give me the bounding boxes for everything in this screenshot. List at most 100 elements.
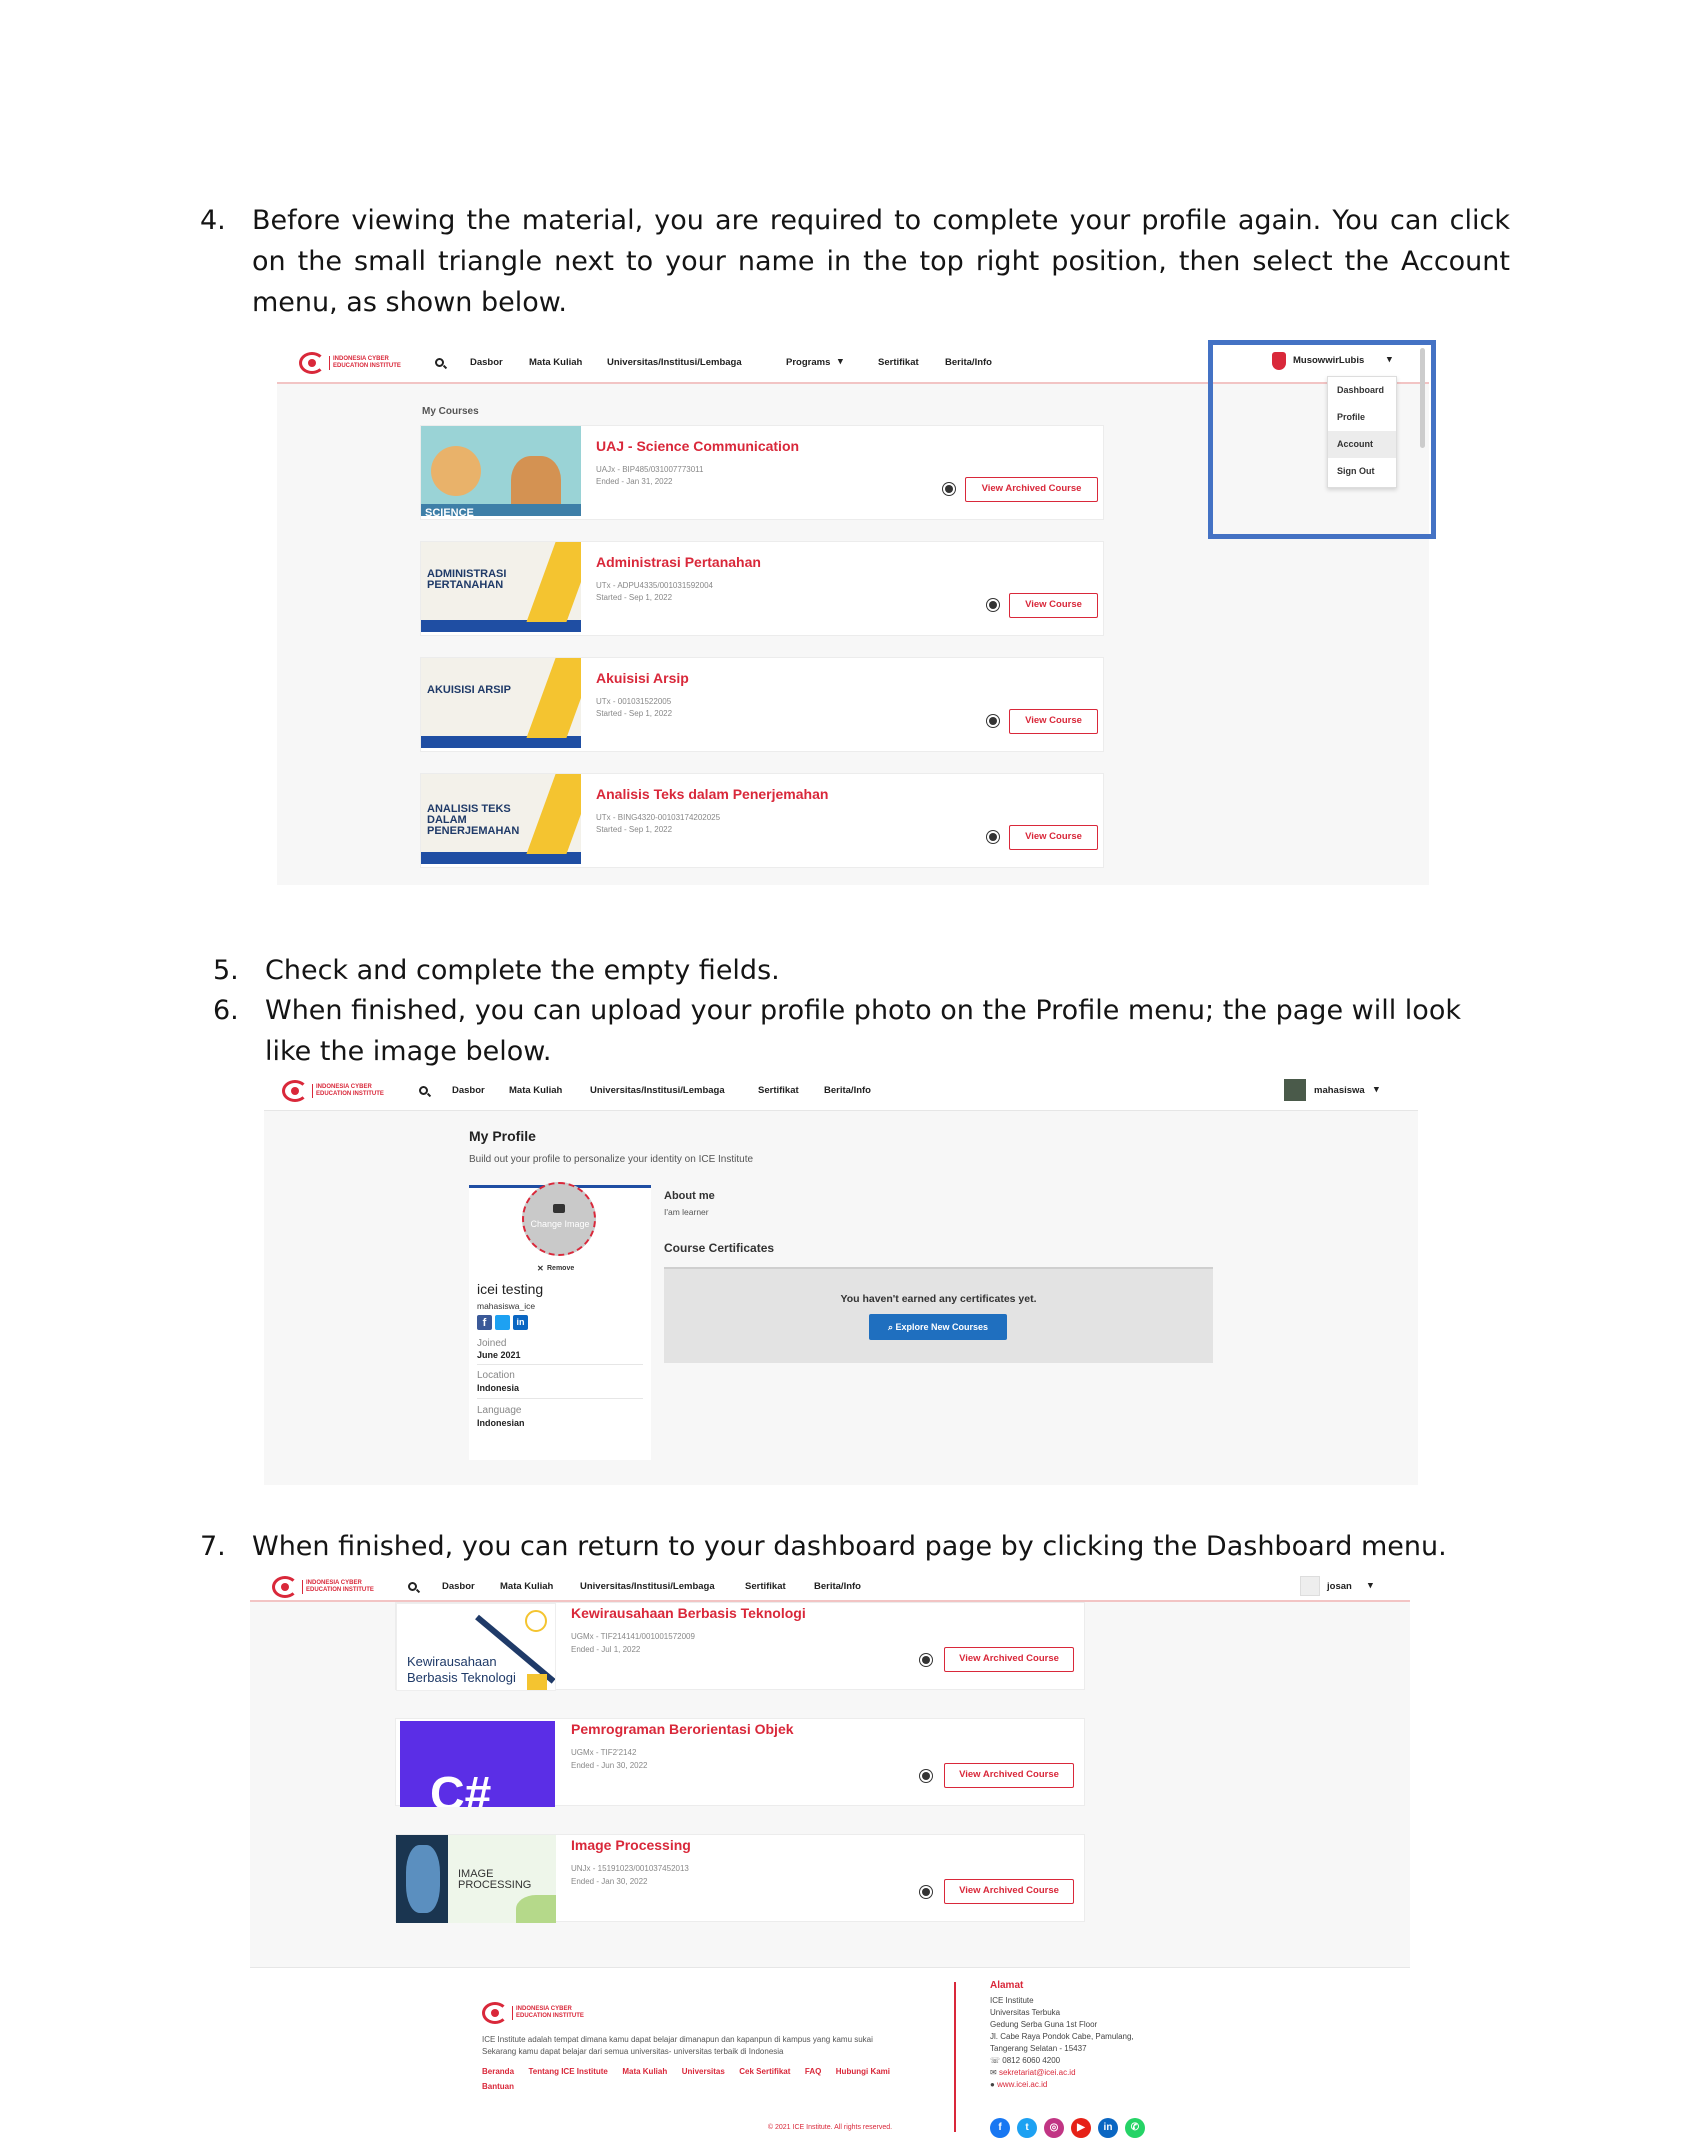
gear-icon[interactable] [989, 833, 997, 841]
thumb-label: SCIENCE [425, 507, 474, 517]
nav-dasbor[interactable]: Dasbor [442, 1581, 475, 1592]
gear-icon[interactable] [922, 1888, 930, 1896]
footer-link-faq[interactable]: FAQ [805, 2067, 821, 2076]
screenshot-dashboard: INDONESIA CYBER EDUCATION INSTITUTE Dasb… [250, 1572, 1410, 2144]
thumb-label: ADMINISTRASI PERTANAHAN [427, 568, 507, 591]
nav-universitas[interactable]: Universitas/Institusi/Lembaga [580, 1581, 715, 1592]
avatar[interactable] [1284, 1079, 1306, 1101]
page-title: My Profile [469, 1128, 536, 1144]
course-thumbnail: SCIENCE [421, 426, 581, 516]
footer-link-hubungi[interactable]: Hubungi Kami [836, 2067, 890, 2076]
course-title[interactable]: Analisis Teks dalam Penerjemahan [596, 786, 828, 802]
course-title[interactable]: Akuisisi Arsip [596, 670, 689, 686]
course-code: UGMx - TIF214141/001001572009 [571, 1632, 695, 1641]
no-certificates-text: You haven't earned any certificates yet. [840, 1293, 1037, 1305]
nav-berita[interactable]: Berita/Info [945, 357, 992, 368]
user-name[interactable]: mahasiswa [1314, 1085, 1365, 1096]
view-course-button[interactable]: View Course [1009, 709, 1098, 734]
nav-sertifikat[interactable]: Sertifikat [878, 357, 919, 368]
gear-icon[interactable] [922, 1772, 930, 1780]
avatar[interactable] [1300, 1576, 1320, 1596]
footer-desc-line1: ICE Institute adalah tempat dimana kamu … [482, 2035, 873, 2044]
avatar[interactable]: Change Image [522, 1182, 596, 1256]
course-date: Started - Sep 1, 2022 [596, 709, 673, 718]
view-archived-course-button[interactable]: View Archived Course [944, 1763, 1074, 1788]
lightbulb-icon [525, 1610, 547, 1632]
chevron-down-icon[interactable]: ▾ [1374, 1084, 1379, 1095]
facebook-icon[interactable]: f [477, 1315, 492, 1330]
course-title[interactable]: Image Processing [571, 1837, 691, 1853]
course-title[interactable]: UAJ - Science Communication [596, 438, 799, 454]
profile-name: icei testing [477, 1281, 544, 1297]
chevron-down-icon: ▾ [838, 356, 843, 367]
course-title[interactable]: Kewirausahaan Berbasis Teknologi [571, 1605, 806, 1621]
nav-dasbor[interactable]: Dasbor [452, 1085, 485, 1096]
nav-mata-kuliah[interactable]: Mata Kuliah [509, 1085, 562, 1096]
nav-sertifikat[interactable]: Sertifikat [758, 1085, 799, 1096]
gear-icon[interactable] [945, 485, 953, 493]
explore-courses-button[interactable]: ⌕ Explore New Courses [869, 1314, 1007, 1340]
footer-link-mata-kuliah[interactable]: Mata Kuliah [622, 2067, 667, 2076]
nav-mata-kuliah[interactable]: Mata Kuliah [529, 357, 582, 368]
course-card: IMAGE PROCESSING Image Processing UNJx -… [395, 1834, 1085, 1923]
view-archived-course-button[interactable]: View Archived Course [944, 1647, 1074, 1672]
nav-universitas[interactable]: Universitas/Institusi/Lembaga [607, 357, 742, 368]
logo-text: INDONESIA CYBER EDUCATION INSTITUTE [329, 356, 409, 370]
logo-text: INDONESIA CYBER EDUCATION INSTITUTE [512, 2006, 592, 2020]
change-image-label[interactable]: Change Image [527, 1219, 593, 1229]
footer-link-cek-sertifikat[interactable]: Cek Sertifikat [739, 2067, 790, 2076]
nav-berita[interactable]: Berita/Info [814, 1581, 861, 1592]
nav-programs[interactable]: Programs [786, 357, 830, 368]
search-icon[interactable] [419, 1086, 428, 1095]
course-card: ANALISIS TEKS DALAM PENERJEMAHAN Analisi… [420, 773, 1104, 868]
twitter-icon[interactable] [495, 1315, 510, 1330]
email-link[interactable]: sekretariat@icei.ac.id [999, 2068, 1076, 2077]
phone-number: 0812 6060 4200 [1002, 2056, 1061, 2065]
course-title[interactable]: Pemrograman Berorientasi Objek [571, 1721, 794, 1737]
footer-logo: INDONESIA CYBER EDUCATION INSTITUTE [482, 2002, 592, 2024]
step-number: 4. [200, 205, 226, 236]
search-icon[interactable] [435, 358, 444, 367]
view-archived-course-button[interactable]: View Archived Course [944, 1879, 1074, 1904]
address-line: Gedung Serba Guna 1st Floor [990, 2020, 1098, 2029]
footer-description: ICE Institute adalah tempat dimana kamu … [482, 2034, 942, 2058]
phone-icon: ☏ [990, 2056, 1001, 2065]
camera-icon [553, 1204, 565, 1213]
footer-link-universitas[interactable]: Universitas [682, 2067, 725, 2076]
ice-logo-icon [299, 352, 325, 374]
course-thumbnail: ANALISIS TEKS DALAM PENERJEMAHAN [421, 774, 581, 864]
course-date: Ended - Jun 30, 2022 [571, 1761, 648, 1770]
footer-link-tentang[interactable]: Tentang ICE Institute [528, 2067, 607, 2076]
view-course-button[interactable]: View Course [1009, 825, 1098, 850]
certificates-heading: Course Certificates [664, 1241, 775, 1255]
nav-universitas[interactable]: Universitas/Institusi/Lembaga [590, 1085, 725, 1096]
gear-icon[interactable] [989, 717, 997, 725]
course-title[interactable]: Administrasi Pertanahan [596, 554, 761, 570]
view-course-button[interactable]: View Course [1009, 593, 1098, 618]
course-card: AKUISISI ARSIP Akuisisi Arsip UTx - 0010… [420, 657, 1104, 752]
course-code: UNJx - 15191023/001037452013 [571, 1864, 689, 1873]
nav-mata-kuliah[interactable]: Mata Kuliah [500, 1581, 553, 1592]
nav-berita[interactable]: Berita/Info [824, 1085, 871, 1096]
ice-logo: INDONESIA CYBER EDUCATION INSTITUTE [299, 352, 409, 374]
search-icon[interactable] [408, 1582, 417, 1591]
nav-sertifikat[interactable]: Sertifikat [745, 1581, 786, 1592]
gear-icon[interactable] [989, 601, 997, 609]
remove-link[interactable]: Remove [547, 1265, 574, 1272]
footer-link-beranda[interactable]: Beranda [482, 2067, 514, 2076]
footer-link-bantuan[interactable]: Bantuan [482, 2082, 514, 2091]
nav-dasbor[interactable]: Dasbor [470, 357, 503, 368]
chevron-down-icon[interactable]: ▾ [1368, 1580, 1373, 1591]
step-text: Check and complete the empty fields. [265, 955, 780, 986]
linkedin-icon[interactable]: in [513, 1315, 528, 1330]
close-icon[interactable]: ✕ [537, 1264, 544, 1273]
gear-icon[interactable] [922, 1656, 930, 1664]
view-archived-course-button[interactable]: View Archived Course [965, 477, 1098, 502]
ice-logo-icon [272, 1576, 298, 1598]
logo-text: INDONESIA CYBER EDUCATION INSTITUTE [312, 1084, 392, 1098]
site-footer: INDONESIA CYBER EDUCATION INSTITUTE ICE … [250, 1967, 1410, 2144]
user-name[interactable]: josan [1327, 1581, 1352, 1592]
top-navbar: INDONESIA CYBER EDUCATION INSTITUTE Dasb… [250, 1572, 1410, 1602]
logo-text: INDONESIA CYBER EDUCATION INSTITUTE [302, 1580, 382, 1594]
web-link[interactable]: www.icei.ac.id [997, 2080, 1047, 2089]
